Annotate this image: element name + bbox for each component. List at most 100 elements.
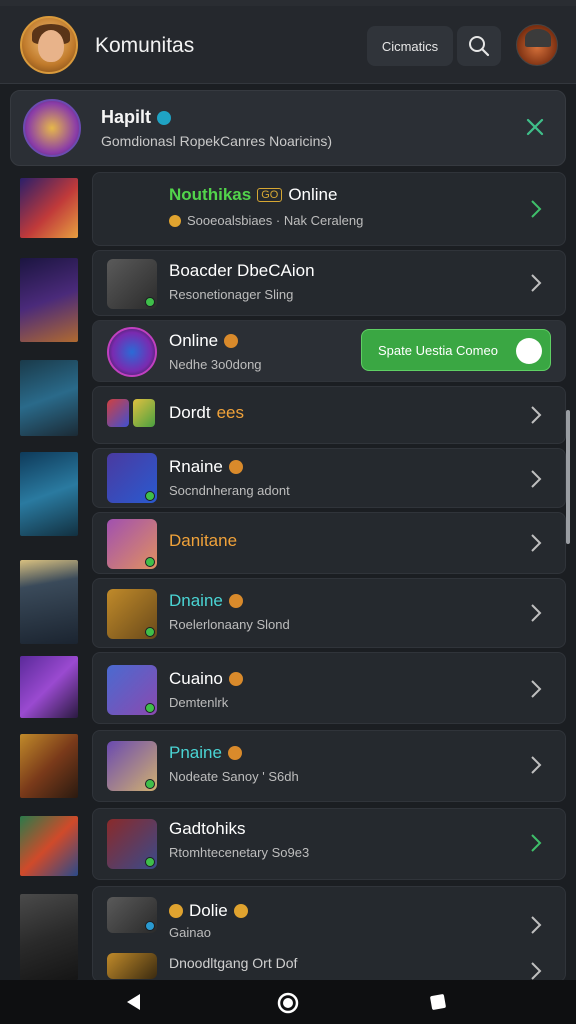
recent-square-icon[interactable]	[428, 992, 448, 1012]
list-item-title: Pnaine	[169, 743, 242, 763]
list-item-title: Nouthikas GO Online	[169, 185, 337, 205]
list-item[interactable]: Nouthikas GO Online Sooeoalsbiaes · Nak …	[0, 172, 576, 248]
title-text: Rnaine	[169, 457, 223, 476]
chevron-right-icon	[531, 916, 542, 934]
list-item-subtitle: Gainao	[169, 925, 211, 940]
game-icon	[107, 665, 157, 715]
user-avatar[interactable]	[516, 24, 558, 66]
featured-community-card[interactable]: Hapilt Gomdionasl RopekCanres Noaricins)	[10, 90, 566, 166]
coin-icon	[227, 746, 242, 760]
home-circle-icon[interactable]	[277, 992, 299, 1014]
chevron-right-icon	[531, 200, 542, 218]
featured-name-text: Hapilt	[101, 107, 152, 127]
back-triangle-icon[interactable]	[124, 992, 144, 1012]
chevron-right-icon	[531, 834, 542, 852]
list-item-card[interactable]: Cuaino Demtenlrk	[92, 652, 566, 724]
list-item-card[interactable]: Pnaine Nodeate Sanoy ' S6dh	[92, 730, 566, 802]
chevron-right-icon	[531, 604, 542, 622]
list-item[interactable]: Pnaine Nodeate Sanoy ' S6dh	[0, 730, 576, 804]
list-item-title: Dordt ees	[169, 403, 244, 423]
list-item-card[interactable]: Rnaine Socndnherang adont	[92, 448, 566, 508]
close-icon[interactable]	[523, 115, 547, 139]
online-status-dot	[145, 627, 155, 637]
game-icon	[107, 819, 157, 869]
system-nav-bar	[0, 980, 576, 1024]
featured-name: Hapilt	[101, 107, 172, 128]
search-icon	[469, 36, 490, 57]
chevron-right-icon	[531, 406, 542, 424]
list-item-card[interactable]: Dordt ees	[92, 386, 566, 444]
title-text: Online	[169, 331, 219, 350]
list-item-title: Online	[169, 331, 239, 351]
chevron-right-icon	[531, 756, 542, 774]
coin-icon	[228, 672, 243, 686]
title-text: Online	[288, 185, 338, 204]
list-item-subtitle: Socndnherang adont	[169, 483, 290, 498]
list-item[interactable]: Dolie Gainao Dnoodltgang Ort Dof	[0, 886, 576, 982]
online-status-dot	[145, 703, 155, 713]
list-item-card[interactable]: Boacder DbeCAion Resonetionager Sling	[92, 250, 566, 316]
list-item-subtitle: Nedhe 3o0dong	[169, 357, 262, 372]
chevron-right-icon	[531, 680, 542, 698]
list-item[interactable]: Boacder DbeCAion Resonetionager Sling	[0, 250, 576, 342]
title-text: Pnaine	[169, 743, 222, 762]
list-item-title: Cuaino	[169, 669, 243, 689]
list-item-card[interactable]: Gadtohiks Rtomhtecenetary So9e3	[92, 808, 566, 880]
online-status-dot	[145, 491, 155, 501]
coin-icon	[228, 460, 243, 474]
list-item-subtitle: Rtomhtecenetary So9e3	[169, 845, 310, 860]
list-item-card[interactable]: Danitane	[92, 512, 566, 574]
list-item[interactable]: Rnaine Socndnherang adont	[0, 448, 576, 536]
list-item-title: Dnaine	[169, 591, 243, 611]
toggle-switch[interactable]: Spate Uestia Comeo	[361, 329, 551, 371]
game-art-thumbnail	[20, 560, 78, 644]
portrait-icon[interactable]	[20, 16, 78, 74]
subtitle-text: Sooeoalsbiaes · Nak Ceraleng	[187, 213, 364, 228]
list-item-card[interactable]: Nouthikas GO Online Sooeoalsbiaes · Nak …	[92, 172, 566, 246]
list-item-title: Gadtohiks	[169, 819, 246, 838]
scrollbar[interactable]	[566, 410, 570, 544]
list-item-subtitle: Sooeoalsbiaes · Nak Ceraleng	[169, 213, 363, 228]
go-badge: GO	[257, 188, 283, 202]
chevron-right-icon	[531, 534, 542, 552]
list-item[interactable]: Danitane	[0, 512, 576, 576]
list-item-subtitle-secondary: Dnoodltgang Ort Dof	[169, 955, 298, 971]
list-item-card[interactable]: Dolie Gainao Dnoodltgang Ort Dof	[92, 886, 566, 982]
game-icon	[107, 897, 157, 933]
title-text: Cuaino	[169, 669, 223, 688]
coin-icon	[228, 594, 243, 608]
game-art-thumbnail	[20, 894, 78, 980]
list-item[interactable]: Online Nedhe 3o0dong Spate Uestia Comeo	[0, 320, 576, 384]
game-art-thumbnail	[20, 816, 78, 876]
coin-icon	[169, 214, 181, 227]
online-status-dot	[145, 557, 155, 567]
game-art-thumbnail	[20, 734, 78, 798]
list-item[interactable]: Dordt ees	[0, 360, 576, 446]
search-button[interactable]	[457, 26, 501, 66]
game-icon	[107, 741, 157, 791]
list-item[interactable]: Dnaine Roelerlonaany Slond	[0, 560, 576, 650]
chevron-right-icon	[531, 962, 542, 980]
online-status-dot	[145, 921, 155, 931]
list-item-subtitle: Roelerlonaany Slond	[169, 617, 290, 632]
list-item-card[interactable]: Dnaine Roelerlonaany Slond	[92, 578, 566, 648]
game-art-thumbnail	[20, 178, 78, 238]
title-text: Dordt	[169, 403, 211, 422]
app-header: Komunitas Cicmatics	[0, 6, 576, 84]
list-item-subtitle: Resonetionager Sling	[169, 287, 294, 302]
featured-thumbnail	[23, 99, 81, 157]
coin-icon	[169, 904, 183, 918]
title-highlight: Nouthikas	[169, 185, 252, 204]
filter-button[interactable]: Cicmatics	[367, 26, 453, 66]
title-text: Dnaine	[169, 591, 223, 610]
title-text: Danitane	[169, 531, 238, 550]
game-icon	[107, 589, 157, 639]
game-icon	[107, 453, 157, 503]
list-item[interactable]: Gadtohiks Rtomhtecenetary So9e3	[0, 808, 576, 882]
chevron-right-icon	[531, 274, 542, 292]
coin-icon	[233, 904, 248, 918]
list-item-card[interactable]: Online Nedhe 3o0dong Spate Uestia Comeo	[92, 320, 566, 382]
list-item-subtitle: Nodeate Sanoy ' S6dh	[169, 769, 299, 784]
list-item[interactable]: Cuaino Demtenlrk	[0, 652, 576, 726]
game-icon	[107, 259, 157, 309]
